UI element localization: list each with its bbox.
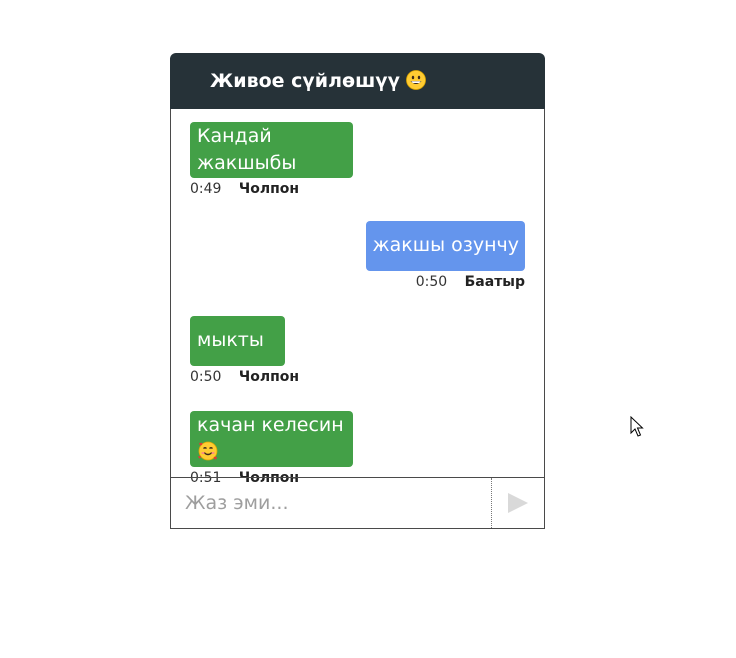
chat-title-text: Живое сүйлөшүү: [210, 70, 401, 92]
page: Живое сүйлөшүү Кандай жакшыбы 0:49 Чолпо…: [0, 0, 736, 658]
message-input[interactable]: [171, 478, 491, 528]
message-text: Кандай жакшыбы: [197, 125, 297, 174]
message-text: жакшы озунчу: [372, 234, 519, 256]
message-bubble: мыкты: [190, 316, 285, 366]
message-meta: 0:50 Чолпон: [190, 369, 299, 385]
mouse-pointer-icon: [630, 416, 644, 437]
send-button[interactable]: [491, 478, 544, 528]
message-bubble: Кандай жакшыбы: [190, 122, 353, 178]
message-text: мыкты: [197, 329, 264, 351]
message-time: 0:49: [190, 181, 222, 197]
message-meta: 0:50 Баатыр: [366, 274, 525, 290]
grinning-face-emoji-icon: [406, 70, 426, 90]
chat-header: Живое сүйлөшүү: [170, 53, 545, 109]
smiling-face-with-hearts-emoji-icon: [198, 441, 218, 461]
message-bubble: качан келесин: [190, 411, 353, 467]
message-composer: [171, 477, 544, 528]
chat-widget: Живое сүйлөшүү Кандай жакшыбы 0:49 Чолпо…: [170, 53, 545, 529]
message-list[interactable]: Кандай жакшыбы 0:49 Чолпон жакшы озунчу …: [170, 109, 545, 529]
message-author: Чолпон: [238, 181, 300, 197]
message-bubble: жакшы озунчу: [366, 221, 525, 271]
message-author: Чолпон: [238, 369, 300, 385]
message-text: качан келесин: [197, 414, 344, 436]
send-arrow-icon: [508, 493, 528, 513]
message-item: мыкты 0:50 Чолпон: [190, 316, 299, 385]
message-item: жакшы озунчу 0:50 Баатыр: [366, 221, 525, 290]
message-item: Кандай жакшыбы 0:49 Чолпон: [190, 122, 353, 197]
message-time: 0:50: [190, 369, 222, 385]
message-author: Баатыр: [464, 274, 525, 290]
chat-title: Живое сүйлөшүү: [210, 70, 426, 92]
message-meta: 0:49 Чолпон: [190, 181, 353, 197]
message-time: 0:50: [415, 274, 448, 290]
message-item: качан келесин 0:51 Чолпон: [190, 411, 353, 486]
